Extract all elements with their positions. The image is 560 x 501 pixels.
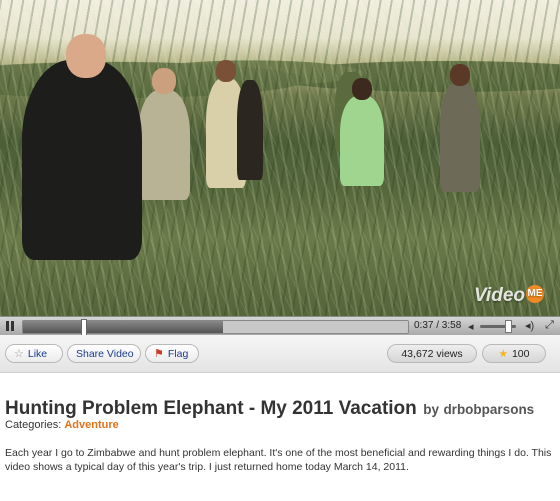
flag-icon: ⚑ bbox=[154, 348, 164, 360]
category-link[interactable]: Adventure bbox=[64, 419, 118, 431]
volume-high-icon[interactable]: ◂) bbox=[525, 319, 534, 332]
categories-label: Categories: bbox=[5, 419, 62, 431]
star-icon: ☆ bbox=[14, 348, 24, 360]
like-button[interactable]: ☆ Like bbox=[5, 344, 63, 363]
person-figure bbox=[440, 64, 480, 192]
by-label: by bbox=[423, 402, 439, 417]
seek-bar[interactable] bbox=[22, 319, 409, 337]
video-title-row: Hunting Problem Elephant - My 2011 Vacat… bbox=[5, 398, 555, 420]
rating-badge[interactable]: ★ 100 bbox=[482, 344, 546, 363]
person-figure bbox=[237, 80, 263, 180]
video-title: Hunting Problem Elephant - My 2011 Vacat… bbox=[5, 398, 417, 419]
flag-button[interactable]: ⚑ Flag bbox=[145, 344, 199, 363]
person-figure bbox=[340, 78, 384, 186]
person-figure bbox=[22, 34, 142, 260]
person-figure bbox=[138, 68, 190, 200]
star-icon: ★ bbox=[498, 348, 508, 360]
volume-low-icon[interactable]: ◂ bbox=[468, 320, 474, 333]
view-count-badge: 43,672 views bbox=[387, 344, 477, 363]
action-bar: ☆ Like Share Video ⚑ Flag 43,672 views ★ 10… bbox=[0, 335, 560, 373]
pause-button[interactable] bbox=[2, 319, 18, 333]
author-link[interactable]: drbobparsons bbox=[443, 402, 534, 417]
videome-badge: ME bbox=[526, 285, 544, 303]
volume-knob[interactable] bbox=[505, 320, 512, 333]
videome-watermark: Video ME bbox=[473, 285, 544, 306]
categories-row: Categories: Adventure bbox=[5, 419, 119, 431]
player-controls: 0:37 / 3:58 ◂ ◂) ⤢ bbox=[0, 316, 560, 337]
fullscreen-icon[interactable]: ⤢ bbox=[543, 319, 556, 332]
share-video-button[interactable]: Share Video bbox=[67, 344, 141, 363]
seek-loaded bbox=[23, 321, 224, 333]
video-frame[interactable]: Video ME bbox=[0, 0, 560, 316]
time-display: 0:37 / 3:58 bbox=[414, 320, 462, 331]
video-description: Each year I go to Zimbabwe and hunt prob… bbox=[5, 447, 552, 473]
